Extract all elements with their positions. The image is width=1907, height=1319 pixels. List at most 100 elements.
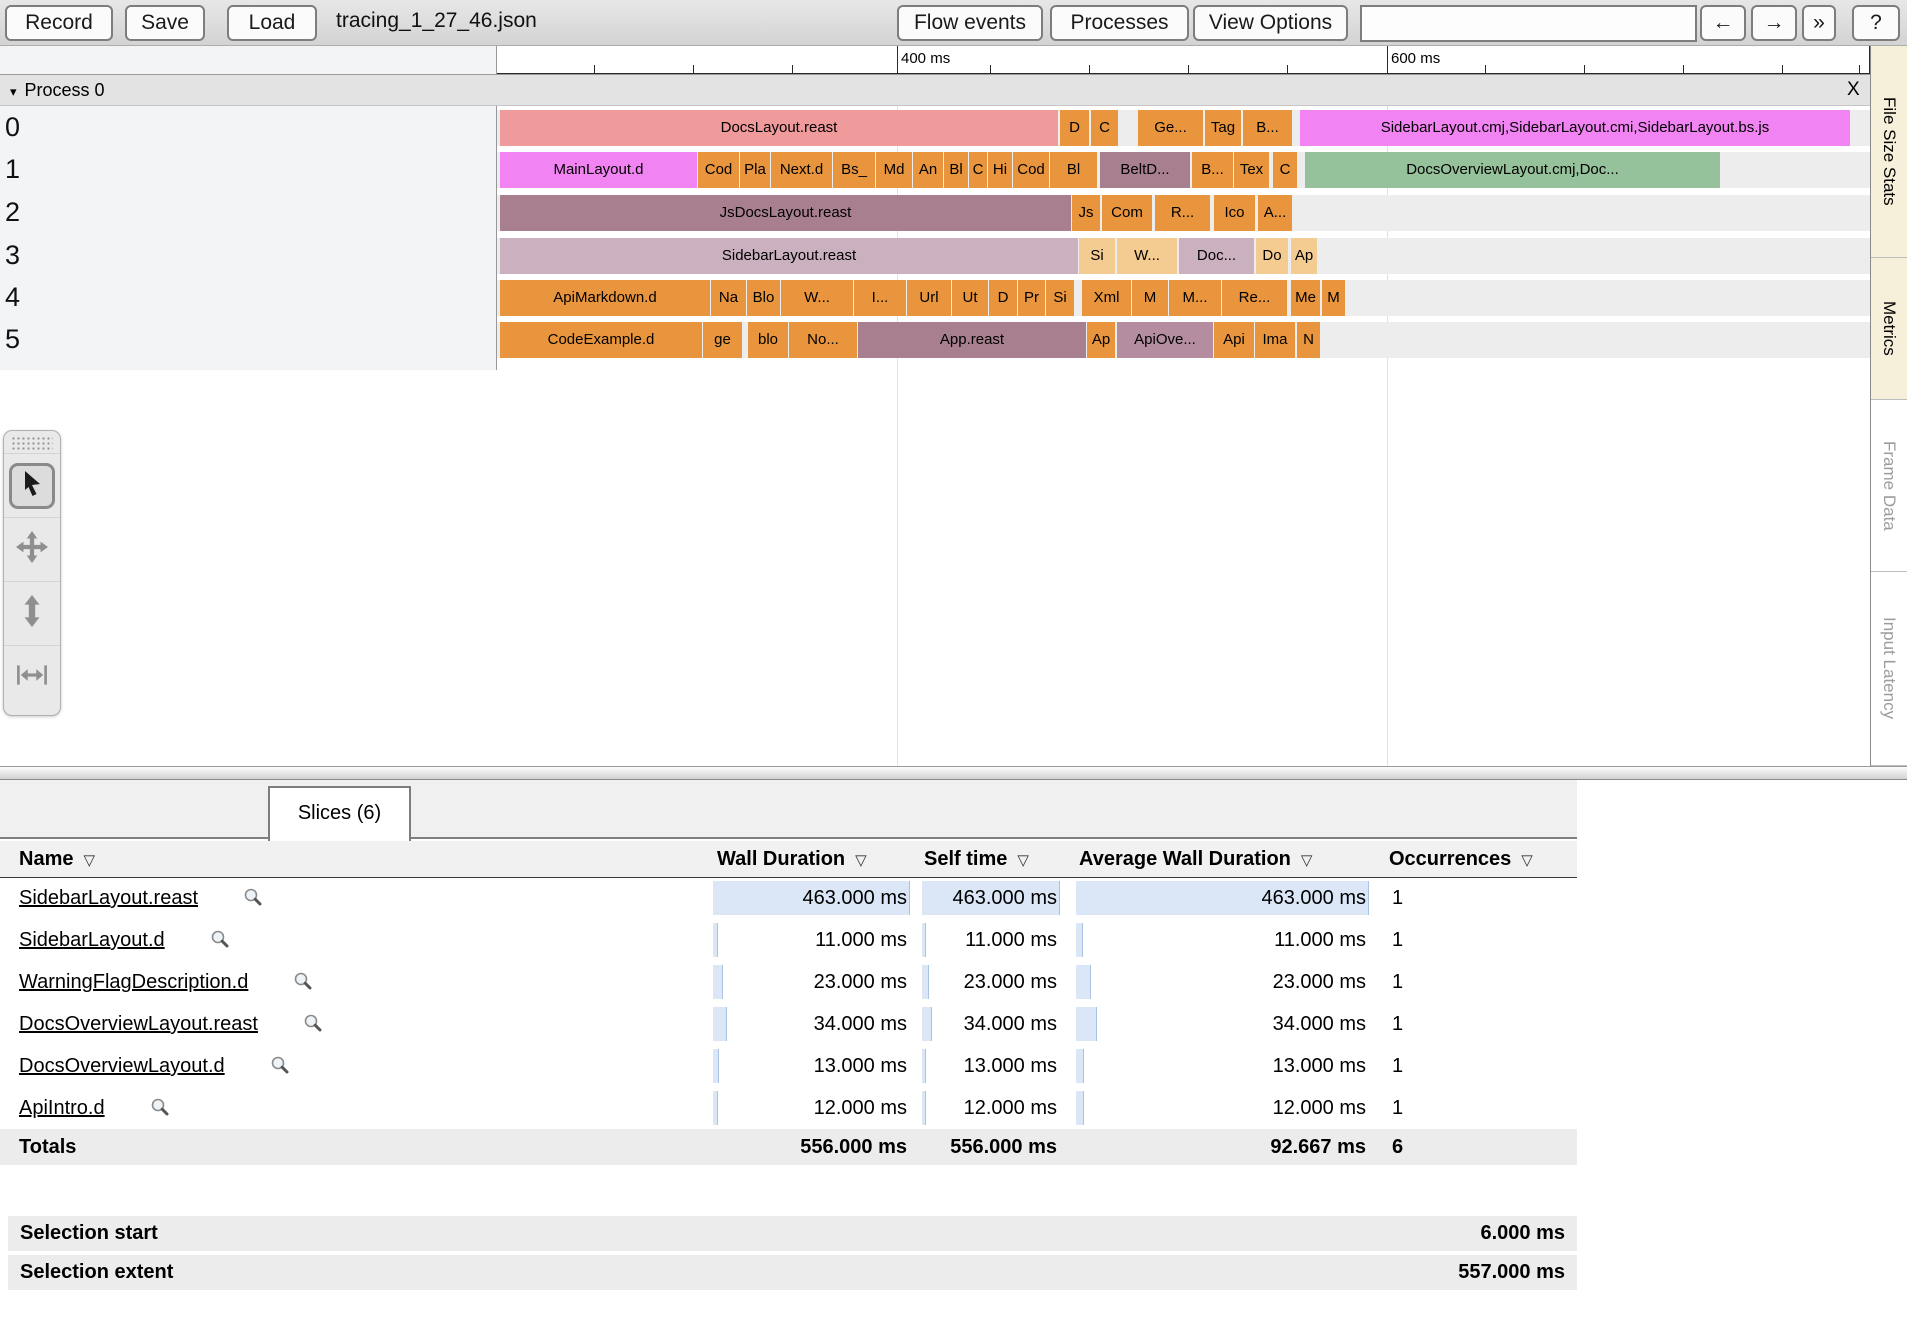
flame-slice[interactable]: DocsLayout.reast — [500, 110, 1058, 146]
flame-slice[interactable]: Pr — [1018, 280, 1045, 316]
flame-slice[interactable]: Bl — [944, 152, 968, 188]
slice-name-link[interactable]: SidebarLayout.reast — [19, 887, 198, 909]
save-button[interactable]: Save — [125, 5, 205, 41]
flame-slice[interactable]: Doc... — [1179, 238, 1254, 274]
magnifier-icon[interactable] — [210, 922, 230, 964]
flame-slice[interactable]: ApiMarkdown.d — [500, 280, 710, 316]
pan-tool-button[interactable] — [4, 517, 60, 581]
magnifier-icon[interactable] — [150, 1090, 170, 1132]
magnifier-icon[interactable] — [293, 964, 313, 1006]
flame-slice[interactable]: Blo — [747, 280, 780, 316]
flame-slice[interactable]: D — [989, 280, 1017, 316]
sort-arrow-icon[interactable]: ▽ — [1017, 852, 1029, 869]
slice-name-link[interactable]: DocsOverviewLayout.reast — [19, 1013, 258, 1035]
flame-slice[interactable]: C — [1091, 110, 1118, 146]
flame-slice[interactable]: Hi — [988, 152, 1012, 188]
sidebar-tab-frame-data[interactable]: Frame Data — [1871, 400, 1907, 572]
magnifier-icon[interactable] — [270, 1048, 290, 1090]
flame-slice[interactable]: Do — [1256, 238, 1288, 274]
find-previous-button[interactable]: ← — [1700, 5, 1746, 41]
flame-slice[interactable]: Bs_ — [833, 152, 875, 188]
selection-tool-button[interactable] — [4, 453, 60, 517]
flame-slice[interactable]: W... — [781, 280, 853, 316]
record-button[interactable]: Record — [5, 5, 113, 41]
magnifier-icon[interactable] — [243, 880, 263, 922]
flame-slice[interactable]: B... — [1192, 152, 1233, 188]
flame-slice[interactable]: D — [1060, 110, 1089, 146]
flame-slice[interactable]: Me — [1291, 280, 1320, 316]
flame-slice[interactable]: A... — [1258, 195, 1292, 231]
flame-slice[interactable]: Com — [1102, 195, 1152, 231]
flame-slice[interactable]: I... — [854, 280, 906, 316]
flame-slice[interactable]: R... — [1155, 195, 1210, 231]
column-header-name[interactable]: Name ▽ — [19, 841, 95, 879]
flame-slice[interactable]: Pla — [740, 152, 770, 188]
panel-splitter[interactable] — [0, 766, 1907, 780]
more-options-button[interactable]: » — [1802, 5, 1836, 41]
flame-slice[interactable]: SidebarLayout.cmj,SidebarLayout.cmi,Side… — [1300, 110, 1850, 146]
flame-slice[interactable]: M — [1322, 280, 1345, 316]
view-options-button[interactable]: View Options — [1193, 5, 1348, 41]
flame-slice[interactable]: Re... — [1222, 280, 1287, 316]
flame-slice[interactable]: C — [1273, 152, 1297, 188]
sort-arrow-icon[interactable]: ▽ — [855, 852, 867, 869]
slice-name-link[interactable]: ApiIntro.d — [19, 1097, 105, 1119]
slice-name-link[interactable]: DocsOverviewLayout.d — [19, 1055, 225, 1077]
flame-slice[interactable]: CodeExample.d — [500, 322, 702, 358]
sidebar-tab-metrics[interactable]: Metrics — [1871, 258, 1907, 400]
flame-slice[interactable]: ge — [703, 322, 742, 358]
column-header-occurrences[interactable]: Occurrences ▽ — [1389, 841, 1533, 879]
flame-slice[interactable]: Ap — [1087, 322, 1115, 358]
flame-slice[interactable]: blo — [748, 322, 788, 358]
flame-slice[interactable]: Tex — [1234, 152, 1269, 188]
column-header-self-time[interactable]: Self time ▽ — [924, 841, 1029, 879]
flame-slice[interactable]: M — [1132, 280, 1168, 316]
tab-slices[interactable]: Slices (6) — [268, 786, 411, 841]
flame-slice[interactable]: SidebarLayout.reast — [500, 238, 1078, 274]
flame-slice[interactable]: Cod — [698, 152, 739, 188]
flame-slice[interactable]: BeltD... — [1100, 152, 1190, 188]
flame-slice[interactable]: Si — [1046, 280, 1074, 316]
slice-name-link[interactable]: SidebarLayout.d — [19, 929, 165, 951]
flame-slice[interactable]: App.reast — [858, 322, 1086, 358]
column-header-average-wall-duration[interactable]: Average Wall Duration ▽ — [1079, 841, 1312, 879]
sort-arrow-icon[interactable]: ▽ — [83, 852, 95, 869]
help-button[interactable]: ? — [1852, 5, 1900, 41]
flame-slice[interactable]: C — [969, 152, 987, 188]
sort-arrow-icon[interactable]: ▽ — [1301, 852, 1313, 869]
flow-events-button[interactable]: Flow events — [897, 5, 1043, 41]
flame-slice[interactable]: Url — [907, 280, 951, 316]
flame-slice[interactable]: Ge... — [1138, 110, 1203, 146]
magnifier-icon[interactable] — [303, 1006, 323, 1048]
timeline-ruler[interactable]: 400 ms 600 ms — [497, 46, 1870, 74]
flame-slice[interactable]: Cod — [1013, 152, 1049, 188]
flame-slice[interactable]: Si — [1079, 238, 1115, 274]
flame-slice[interactable]: Ut — [952, 280, 988, 316]
flame-slice[interactable]: ApiOve... — [1117, 322, 1213, 358]
flame-slice[interactable]: An — [913, 152, 943, 188]
column-header-wall-duration[interactable]: Wall Duration ▽ — [717, 841, 867, 879]
flame-slice[interactable]: MainLayout.d — [500, 152, 697, 188]
flame-slice[interactable]: Md — [876, 152, 912, 188]
sidebar-tab-file-size-stats[interactable]: File Size Stats — [1871, 46, 1907, 258]
processes-button[interactable]: Processes — [1050, 5, 1189, 41]
flame-slice[interactable]: Api — [1214, 322, 1254, 358]
slice-name-link[interactable]: WarningFlagDescription.d — [19, 971, 248, 993]
sidebar-tab-input-latency[interactable]: Input Latency — [1871, 572, 1907, 766]
flame-slice[interactable]: No... — [789, 322, 857, 358]
timing-tool-button[interactable] — [4, 645, 60, 709]
collapse-icon[interactable]: ▾ — [10, 77, 17, 107]
flame-slice[interactable]: Xml — [1082, 280, 1131, 316]
find-next-button[interactable]: → — [1751, 5, 1797, 41]
flame-slice[interactable]: Bl — [1050, 152, 1097, 188]
search-input[interactable] — [1360, 5, 1697, 42]
flame-slice[interactable]: Na — [711, 280, 746, 316]
close-icon[interactable]: X — [1847, 75, 1860, 105]
flame-slice[interactable]: JsDocsLayout.reast — [500, 195, 1071, 231]
flame-slice[interactable]: B... — [1243, 110, 1292, 146]
flame-slice[interactable]: Tag — [1205, 110, 1241, 146]
flame-slice[interactable]: Ico — [1214, 195, 1255, 231]
process-header[interactable]: ▾ Process 0 X — [0, 74, 1870, 106]
palette-grip-handle[interactable] — [11, 436, 53, 451]
flame-slice[interactable]: Next.d — [771, 152, 832, 188]
